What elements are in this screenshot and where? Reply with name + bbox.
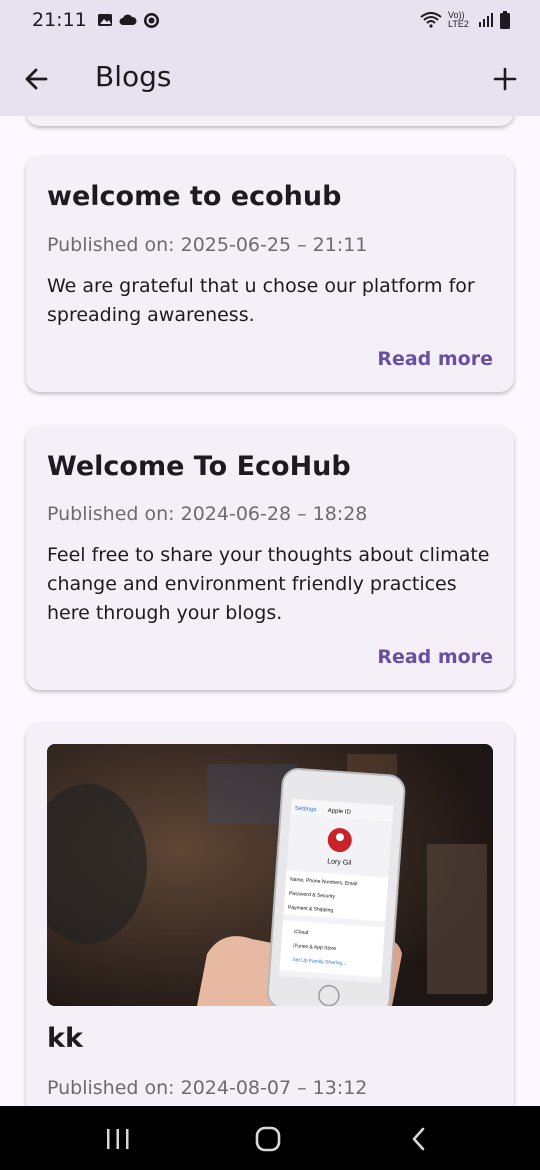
blog-card[interactable]: Settings Apple ID Lory Gil Name, Phone N…: [26, 723, 514, 1106]
read-more-button[interactable]: Read more: [377, 348, 493, 370]
whatsapp-icon: [143, 12, 159, 28]
signal-icon: [479, 13, 493, 27]
blog-card[interactable]: welcome to ecohub Published on: 2025-06-…: [26, 156, 514, 392]
plus-icon[interactable]: [490, 64, 520, 94]
phone-screen-row: iCloud: [294, 929, 309, 936]
blog-published-date: Published on: 2024-06-28 – 18:28: [47, 503, 368, 525]
blog-published-date: Published on: 2025-06-25 – 21:11: [47, 234, 368, 256]
back-nav-icon[interactable]: [405, 1126, 435, 1152]
status-right: Vo)) LTE2: [420, 11, 510, 29]
blog-title: kk: [47, 1023, 83, 1054]
blog-image-photo: Settings Apple ID Lory Gil Name, Phone N…: [47, 744, 493, 1006]
blog-published-date: Published on: 2024-08-07 – 13:12: [47, 1077, 368, 1099]
blog-excerpt: Feel free to share your thoughts about c…: [47, 544, 490, 624]
gallery-icon: [97, 14, 112, 26]
cloud-icon: [119, 14, 137, 25]
page-title: Blogs: [95, 60, 172, 93]
home-icon[interactable]: [253, 1126, 283, 1152]
blog-card-partial[interactable]: [26, 116, 514, 126]
status-bar: 21:11 Vo)) LTE2: [0, 0, 540, 40]
recent-apps-icon[interactable]: [103, 1126, 133, 1152]
app-bar: Blogs: [0, 40, 540, 116]
status-left: 21:11: [32, 9, 160, 31]
wifi-icon: [420, 12, 442, 28]
system-nav-bar: [0, 1106, 540, 1170]
blog-title: Welcome To EcoHub: [47, 451, 351, 482]
read-more-button[interactable]: Read more: [377, 646, 493, 668]
blog-card[interactable]: Welcome To EcoHub Published on: 2024-06-…: [26, 426, 514, 690]
battery-icon: [500, 11, 510, 29]
blog-image: Settings Apple ID Lory Gil Name, Phone N…: [47, 744, 493, 1006]
blog-title: welcome to ecohub: [47, 181, 342, 212]
blog-list[interactable]: welcome to ecohub Published on: 2025-06-…: [0, 116, 540, 1106]
status-time: 21:11: [32, 9, 87, 31]
status-notification-icons: [97, 12, 160, 29]
arrow-left-icon[interactable]: [22, 64, 52, 94]
blog-excerpt: We are grateful that u chose our platfor…: [47, 275, 475, 326]
network-label: Vo)) LTE2: [448, 10, 469, 29]
